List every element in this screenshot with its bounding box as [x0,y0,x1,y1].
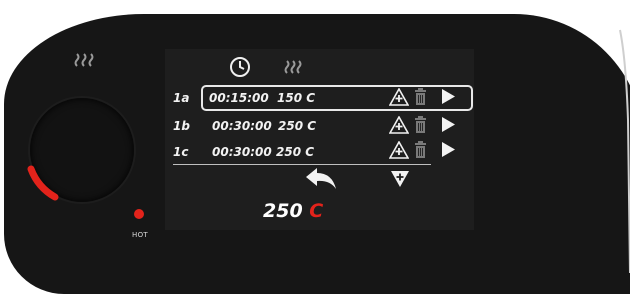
list-divider [173,164,431,165]
row-time[interactable]: 00:30:00 [212,119,272,133]
row-id: 1c [173,145,189,159]
add-step-icon[interactable] [389,116,409,134]
delete-icon[interactable] [414,88,427,105]
add-step-icon[interactable] [389,88,409,106]
row-id: 1b [173,119,190,133]
row-time[interactable]: 00:15:00 [209,91,269,105]
row-id: 1a [173,91,190,105]
play-icon[interactable] [442,142,455,157]
heat-icon [284,60,302,74]
delete-icon[interactable] [414,141,427,158]
delete-icon[interactable] [414,116,427,133]
knob-level-arc [27,165,59,201]
current-temperature: 250 C [263,200,323,222]
row-temp[interactable]: 250 C [278,119,316,133]
row-temp[interactable]: 150 C [277,91,315,105]
clock-icon [230,57,250,77]
current-temperature-value: 250 [263,200,303,222]
play-icon[interactable] [442,89,455,104]
move-down-icon[interactable] [391,171,409,187]
play-icon[interactable] [442,117,455,132]
hot-label: HOT [132,231,148,239]
add-step-icon[interactable] [389,141,409,159]
current-temperature-unit: C [309,200,324,222]
rotary-knob[interactable] [27,98,134,202]
back-icon[interactable] [304,167,338,191]
hot-indicator-light [134,209,144,219]
row-temp[interactable]: 250 C [276,145,314,159]
heat-indicator-icon [74,53,94,67]
row-time[interactable]: 00:30:00 [212,145,272,159]
